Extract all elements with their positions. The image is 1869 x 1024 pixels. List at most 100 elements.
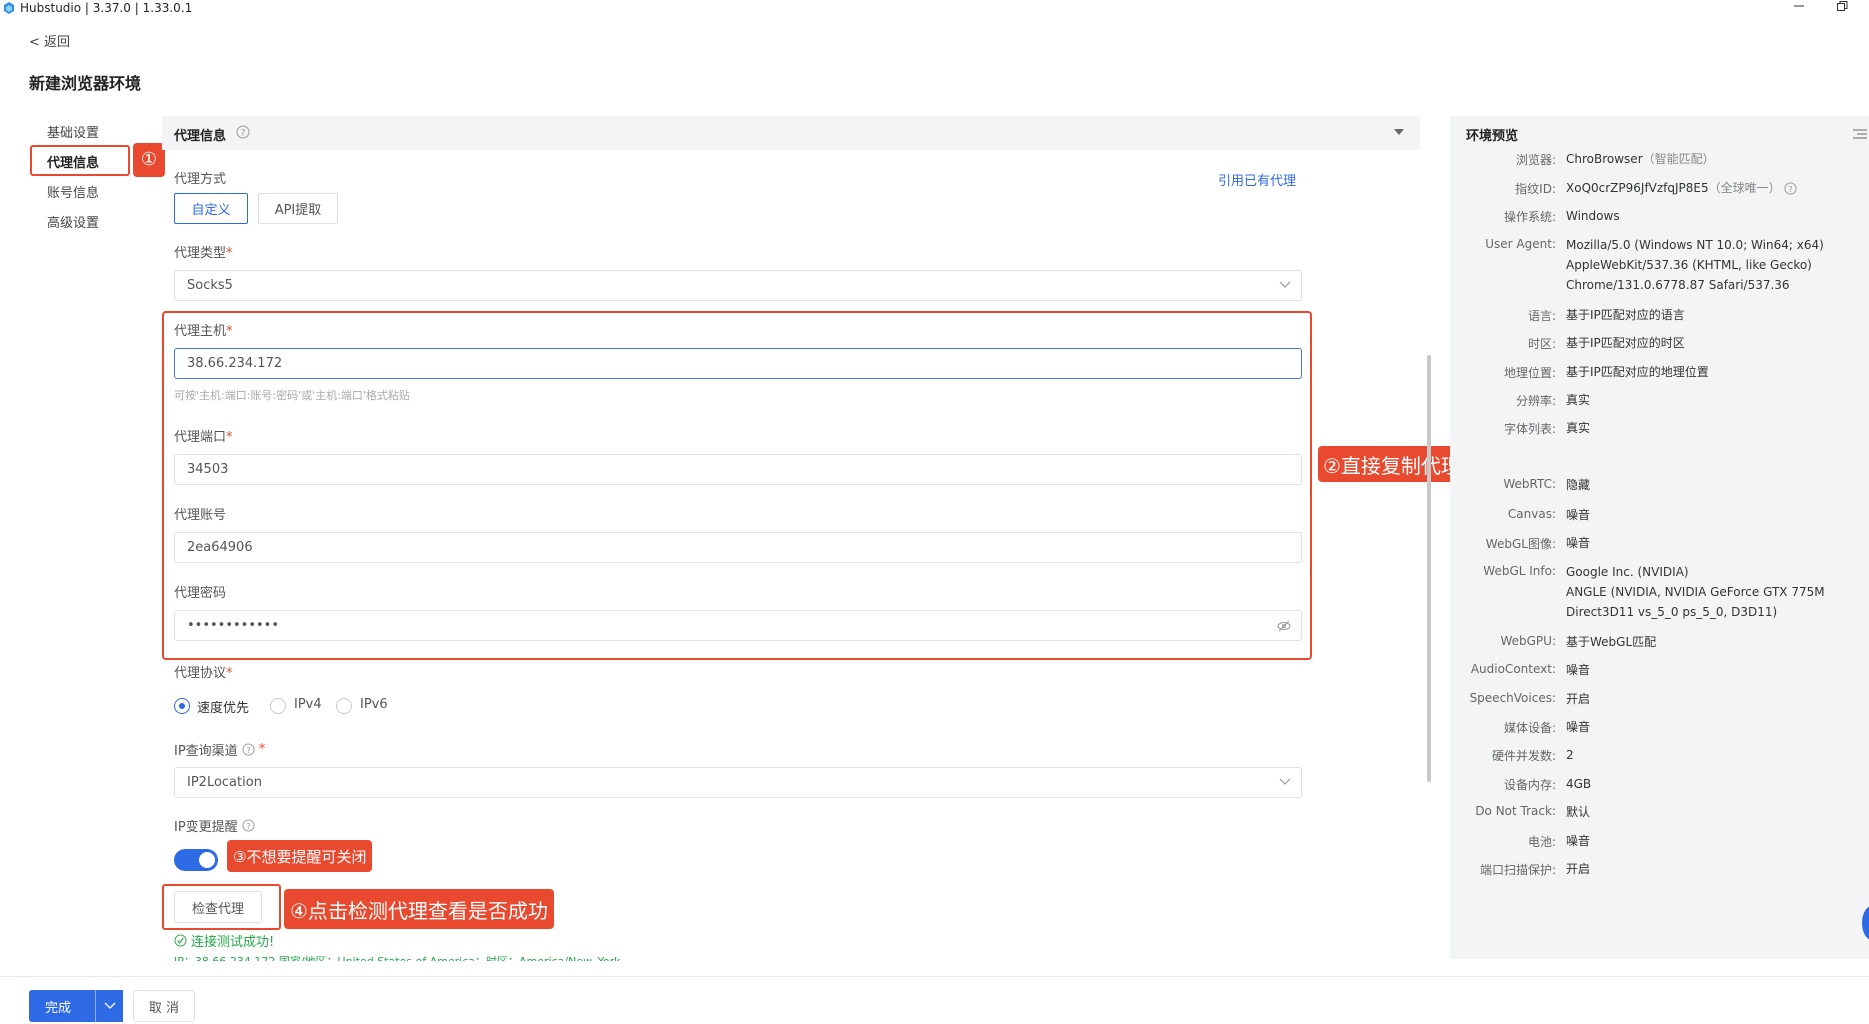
preview-value: 开启 xyxy=(1566,862,1591,876)
preview-key: Canvas: xyxy=(1507,507,1556,521)
window-title: Hubstudio | 3.37.0 | 1.33.0.1 xyxy=(20,1,193,15)
svg-text:?: ? xyxy=(241,129,246,139)
preview-value: Windows xyxy=(1566,209,1620,223)
preview-key: WebGL Info: xyxy=(1483,564,1556,578)
proxy-type-select[interactable]: Socks5 xyxy=(174,270,1302,301)
check-circle-icon xyxy=(174,934,187,947)
svg-text:?: ? xyxy=(1788,183,1792,193)
preview-value: XoQ0crZP96JfVzfqJP8E5 （全球唯一） ? xyxy=(1566,178,1797,198)
preview-value: ANGLE (NVIDIA, NVIDIA GeForce GTX 775M xyxy=(1566,585,1825,599)
help-icon[interactable]: ? xyxy=(1784,181,1797,195)
sidebar-item-account[interactable]: 账号信息 xyxy=(47,182,99,201)
preview-key: WebGL图像: xyxy=(1485,537,1556,551)
proxy-format-hint: 可按'主机:端口:账号:密码'或'主机:端口'格式粘贴 xyxy=(174,389,410,402)
annotation-badge-3: ③不想要提醒可关闭 xyxy=(227,840,373,872)
minimize-icon[interactable] xyxy=(1793,0,1805,12)
preview-key: 操作系统: xyxy=(1503,210,1556,224)
preview-value: 噪音 xyxy=(1566,663,1591,677)
ip-channel-value: IP2Location xyxy=(187,775,262,790)
protocol-speed-radio[interactable] xyxy=(174,698,190,714)
cancel-button[interactable]: 取 消 xyxy=(133,990,195,1022)
ip-channel-select[interactable]: IP2Location xyxy=(174,767,1302,798)
preview-value: Mozilla/5.0 (Windows NT 10.0; Win64; x64… xyxy=(1566,238,1824,252)
proxy-password-value: •••••••••••• xyxy=(187,618,280,633)
proxy-mode-custom-button[interactable]: 自定义 xyxy=(174,193,248,224)
proxy-account-label: 代理账号 xyxy=(174,508,227,523)
help-icon[interactable]: ? xyxy=(242,819,255,832)
preview-value: ChroBrowser（智能匹配） xyxy=(1566,152,1715,166)
annotation-badge-1: ① xyxy=(133,143,165,177)
proxy-type-value: Socks5 xyxy=(187,278,233,293)
preview-value: 4GB xyxy=(1566,777,1592,791)
preview-key: Do Not Track: xyxy=(1475,804,1556,818)
check-proxy-button[interactable]: 检查代理 xyxy=(174,891,262,923)
title-bar: Hubstudio | 3.37.0 | 1.33.0.1 xyxy=(0,0,1869,16)
proxy-protocol-label: 代理协议* xyxy=(174,666,233,681)
proxy-host-value: 38.66.234.172 xyxy=(187,356,283,371)
proxy-host-input[interactable]: 38.66.234.172 xyxy=(174,348,1302,379)
sidebar-item-advanced[interactable]: 高级设置 xyxy=(47,212,99,231)
preview-title: 环境预览 xyxy=(1466,129,1519,144)
preview-key: 电池: xyxy=(1527,835,1556,849)
proxy-account-input[interactable]: 2ea64906 xyxy=(174,532,1302,563)
restore-icon[interactable] xyxy=(1836,0,1850,12)
ip-channel-label: IP查询渠道 ? * xyxy=(174,742,266,759)
protocol-speed-label[interactable]: 速度优先 xyxy=(197,697,249,716)
preview-value: Google Inc. (NVIDIA) xyxy=(1566,565,1689,579)
use-existing-proxy-link[interactable]: 引用已有代理 xyxy=(1218,170,1296,189)
chevron-down-icon xyxy=(104,1002,116,1009)
connection-status-text: 连接测试成功! xyxy=(191,935,275,950)
chevron-down-icon xyxy=(1279,281,1291,288)
preview-value: 基于WebGL匹配 xyxy=(1566,635,1657,649)
preview-key: 时区: xyxy=(1527,337,1556,351)
proxy-password-input[interactable]: •••••••••••• xyxy=(174,610,1302,641)
preview-value: 噪音 xyxy=(1566,834,1591,848)
preview-value: 基于IP匹配对应的时区 xyxy=(1566,336,1685,350)
proxy-host-label: 代理主机* xyxy=(174,324,233,339)
connection-status: 连接测试成功! xyxy=(174,931,274,950)
annotation-badge-4: ④点击检测代理查看是否成功 xyxy=(284,889,554,929)
protocol-ipv6-radio[interactable] xyxy=(336,698,352,714)
proxy-mode-api-button[interactable]: API提取 xyxy=(258,193,338,224)
section-title: 代理信息 xyxy=(174,129,227,144)
footer-divider xyxy=(0,976,1869,977)
protocol-ipv6-label[interactable]: IPv6 xyxy=(360,697,388,712)
ip-result-text: IP：38.66.234.172 国家/地区：United States of … xyxy=(174,953,620,961)
section-header[interactable] xyxy=(162,116,1420,150)
sidebar-item-basic[interactable]: 基础设置 xyxy=(47,122,99,141)
protocol-ipv4-radio[interactable] xyxy=(270,698,286,714)
help-icon[interactable]: ? xyxy=(236,125,250,139)
proxy-port-value: 34503 xyxy=(187,462,229,477)
preview-value: AppleWebKit/537.36 (KHTML, like Gecko) xyxy=(1566,258,1812,272)
preview-value: 真实 xyxy=(1566,421,1591,435)
protocol-ipv4-label[interactable]: IPv4 xyxy=(294,697,322,712)
proxy-port-input[interactable]: 34503 xyxy=(174,454,1302,485)
preview-value: Direct3D11 vs_5_0 ps_5_0, D3D11) xyxy=(1566,605,1778,619)
chevron-down-icon xyxy=(1279,778,1291,785)
preview-value: 基于IP匹配对应的地理位置 xyxy=(1566,365,1709,379)
proxy-account-value: 2ea64906 xyxy=(187,540,253,555)
preview-key: 设备内存: xyxy=(1503,778,1556,792)
collapse-caret-icon[interactable] xyxy=(1393,128,1405,136)
preview-value: 噪音 xyxy=(1566,720,1591,734)
preview-value: 基于IP匹配对应的语言 xyxy=(1566,308,1685,322)
help-icon[interactable]: ? xyxy=(242,743,255,756)
preview-key: 浏览器: xyxy=(1515,153,1556,167)
svg-text:?: ? xyxy=(246,745,250,755)
preview-key: 语言: xyxy=(1527,309,1556,323)
proxy-port-label: 代理端口* xyxy=(174,430,233,445)
preview-value: 噪音 xyxy=(1566,508,1591,522)
list-menu-icon[interactable] xyxy=(1852,127,1868,141)
preview-key: WebRTC: xyxy=(1503,477,1556,491)
finish-dropdown-button[interactable] xyxy=(95,990,123,1022)
eye-hidden-icon[interactable] xyxy=(1277,620,1291,632)
preview-value: 开启 xyxy=(1566,692,1591,706)
back-link[interactable]: < 返回 xyxy=(29,31,70,50)
preview-value: 噪音 xyxy=(1566,536,1591,550)
preview-key: 分辨率: xyxy=(1515,394,1556,408)
preview-value: 隐藏 xyxy=(1566,478,1591,492)
preview-value: 真实 xyxy=(1566,393,1591,407)
preview-value: 2 xyxy=(1566,748,1574,762)
preview-key: 媒体设备: xyxy=(1503,721,1556,735)
ip-change-toggle[interactable] xyxy=(174,849,218,871)
